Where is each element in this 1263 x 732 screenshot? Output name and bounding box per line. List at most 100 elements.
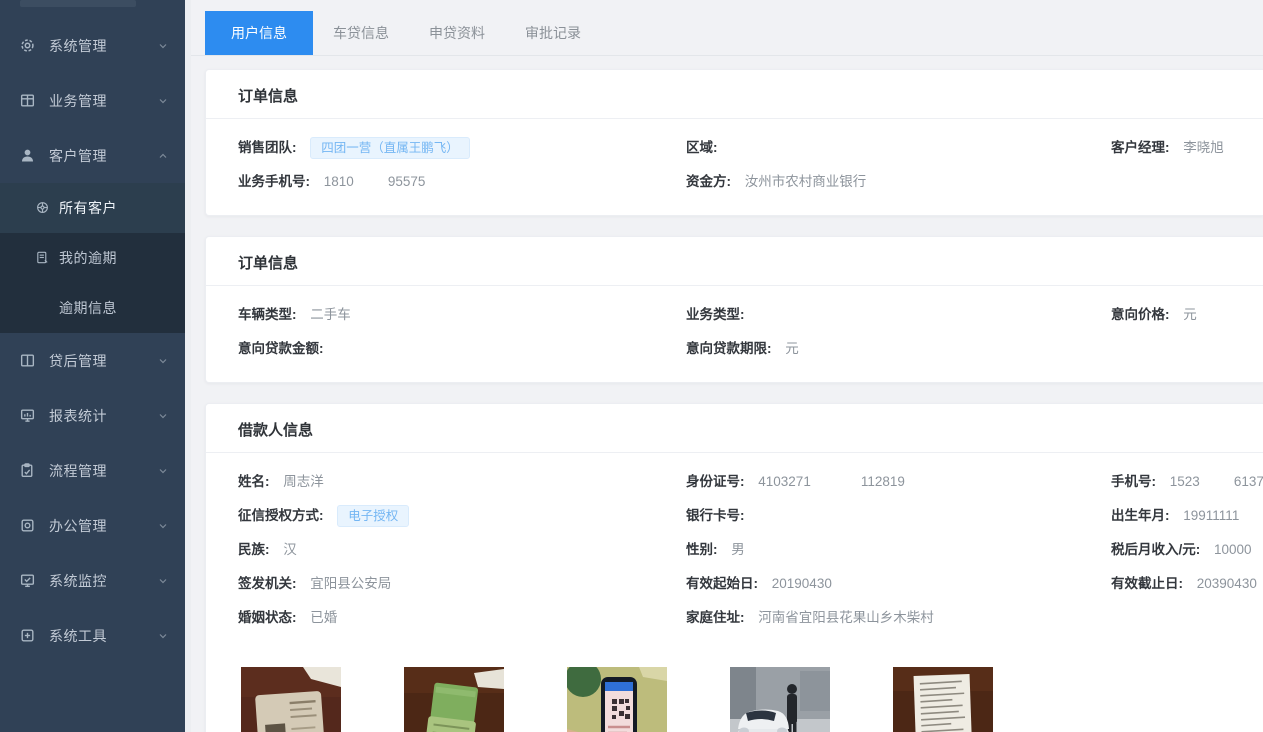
order-info-card: 订单信息 销售团队: 四团一营（直属王鹏飞） 区域: 客户经理: 李晓旭 (205, 69, 1263, 216)
field-marital-status: 婚姻状态: 已婚 (238, 607, 686, 629)
book-icon (19, 352, 36, 369)
redaction-block (811, 476, 861, 486)
monitor-check-icon (19, 572, 36, 589)
wheel-icon (35, 200, 51, 216)
sidebar-menu: 系统管理 业务管理 客户管理 (0, 0, 185, 663)
sidebar-item-customer-management[interactable]: 客户管理 (0, 128, 185, 183)
sidebar-item-label: 流程管理 (49, 461, 107, 481)
field-ethnicity: 民族: 汉 (238, 539, 686, 561)
sidebar-item-label: 所有客户 (59, 198, 117, 218)
sidebar-item-postloan-management[interactable]: 贷后管理 (0, 333, 185, 388)
main-panel: 用户信息 车贷信息 申贷资料 审批记录 订单信息 销售团队: 四团一营（直属王鹏… (191, 0, 1263, 732)
field-gender: 性别: 男 (686, 539, 1111, 561)
field-valid-until: 有效截止日: 20390430 (1111, 573, 1263, 595)
field-intended-price: 意向价格: 元 (1111, 304, 1263, 326)
app-root: 系统管理 业务管理 客户管理 (0, 0, 1263, 732)
sidebar-item-label: 逾期信息 (59, 298, 117, 318)
credit-auth-tag[interactable]: 电子授权 (337, 505, 409, 527)
user-icon (19, 147, 36, 164)
field-account-manager: 客户经理: 李晓旭 (1111, 137, 1263, 159)
chevron-up-icon (157, 150, 169, 162)
card-body: 车辆类型: 二手车 业务类型: 意向价格: 元 意向贷款金额: (206, 286, 1263, 382)
sidebar-item-label: 业务管理 (49, 91, 107, 111)
attachment-handwritten-document[interactable]: 其他材料 (893, 667, 993, 732)
monitor-chart-icon (19, 407, 36, 424)
sidebar-item-overdue-info[interactable]: 逾期信息 (0, 283, 185, 333)
doc-icon (35, 250, 51, 266)
field-home-address: 家庭住址: 河南省宜阳县花果山乡木柴村 (686, 607, 1111, 629)
sidebar: 系统管理 业务管理 客户管理 (0, 0, 185, 732)
card-title: 订单信息 (206, 237, 1263, 286)
vehicle-order-info-card: 订单信息 车辆类型: 二手车 业务类型: 意向价格: 元 (205, 236, 1263, 383)
sidebar-item-office-management[interactable]: 办公管理 (0, 498, 185, 553)
borrower-info-card: 借款人信息 姓名: 周志洋 身份证号: 4103271112819 手机号: 1… (205, 403, 1263, 732)
sales-team-tag[interactable]: 四团一营（直属王鹏飞） (310, 137, 470, 159)
attachment-id-card[interactable]: 身份证 (241, 667, 341, 732)
phone-authorization-photo[interactable] (567, 667, 667, 732)
chevron-down-icon (157, 465, 169, 477)
field-fund-provider: 资金方: 汝州市农村商业银行 (686, 171, 1111, 193)
sidebar-item-label: 报表统计 (49, 406, 107, 426)
car-with-owner-photo[interactable] (730, 667, 830, 732)
field-sales-team: 销售团队: 四团一营（直属王鹏飞） (238, 137, 686, 159)
field-credit-auth-method: 征信授权方式: 电子授权 (238, 505, 686, 527)
chevron-down-icon (157, 630, 169, 642)
handwritten-document-photo[interactable] (893, 667, 993, 732)
tab-user-info[interactable]: 用户信息 (205, 11, 313, 55)
sidebar-item-system-monitor[interactable]: 系统监控 (0, 553, 185, 608)
field-business-type: 业务类型: (686, 304, 1111, 326)
chevron-down-icon (157, 575, 169, 587)
detail-tabbar: 用户信息 车贷信息 申贷资料 审批记录 (191, 0, 1263, 56)
grid-icon (19, 92, 36, 109)
field-vehicle-type: 车辆类型: 二手车 (238, 304, 686, 326)
card-body: 销售团队: 四团一营（直属王鹏飞） 区域: 客户经理: 李晓旭 业务手机号: 1… (206, 119, 1263, 215)
attachment-gallery: 身份证 (241, 667, 1263, 732)
square-circle-icon (19, 517, 36, 534)
sidebar-item-label: 系统管理 (49, 36, 107, 56)
toolbox-icon (19, 627, 36, 644)
field-intended-loan-term: 意向贷款期限: 元 (686, 338, 1111, 360)
green-booklet-photo[interactable] (404, 667, 504, 732)
field-business-phone: 业务手机号: 181095575 (238, 171, 686, 193)
sidebar-item-label: 贷后管理 (49, 351, 107, 371)
chevron-down-icon (157, 355, 169, 367)
sidebar-item-all-customers[interactable]: 所有客户 (0, 183, 185, 233)
field-issuing-authority: 签发机关: 宜阳县公安局 (238, 573, 686, 595)
field-valid-from: 有效起始日: 20190430 (686, 573, 1111, 595)
sidebar-submenu-customers: 所有客户 我的逾期 逾期信息 (0, 183, 185, 333)
id-card-photo[interactable] (241, 667, 341, 732)
field-bank-card-number: 银行卡号: (686, 505, 1111, 527)
clipboard-icon (19, 462, 36, 479)
sidebar-item-system-tools[interactable]: 系统工具 (0, 608, 185, 663)
gear-icon (19, 37, 36, 54)
card-title: 借款人信息 (206, 404, 1263, 453)
chevron-down-icon (157, 520, 169, 532)
attachment-green-booklet[interactable]: 驾驶证副页 (404, 667, 504, 732)
sidebar-item-label: 系统监控 (49, 571, 107, 591)
attachment-car-with-owner[interactable]: 合影 (730, 667, 830, 732)
card-body: 姓名: 周志洋 身份证号: 4103271112819 手机号: 1523613… (206, 453, 1263, 651)
chevron-down-icon (157, 95, 169, 107)
sidebar-item-label: 办公管理 (49, 516, 107, 536)
chevron-down-icon (157, 410, 169, 422)
tab-approval-records[interactable]: 审批记录 (505, 11, 601, 55)
sidebar-item-system-management[interactable]: 系统管理 (0, 18, 185, 73)
field-region: 区域: (686, 137, 1111, 159)
redaction-block (1200, 476, 1234, 486)
card-title: 订单信息 (206, 70, 1263, 119)
sidebar-item-process-management[interactable]: 流程管理 (0, 443, 185, 498)
attachment-phone-authorization[interactable]: 征信授权 (567, 667, 667, 732)
content-area: 订单信息 销售团队: 四团一营（直属王鹏飞） 区域: 客户经理: 李晓旭 (191, 56, 1263, 732)
sidebar-item-label: 客户管理 (49, 146, 107, 166)
sidebar-item-business-management[interactable]: 业务管理 (0, 73, 185, 128)
sidebar-logo-remnant (20, 0, 136, 7)
field-id-number: 身份证号: 4103271112819 (686, 471, 1111, 493)
sidebar-item-label: 系统工具 (49, 626, 107, 646)
redaction-block (354, 176, 388, 186)
sidebar-item-my-overdue[interactable]: 我的逾期 (0, 233, 185, 283)
field-intended-loan-amount: 意向贷款金额: (238, 338, 686, 360)
field-birth-date: 出生年月: 19911111 (1111, 505, 1263, 527)
tab-loan-application-docs[interactable]: 申贷资料 (409, 11, 505, 55)
sidebar-item-report-statistics[interactable]: 报表统计 (0, 388, 185, 443)
tab-car-loan-info[interactable]: 车贷信息 (313, 11, 409, 55)
